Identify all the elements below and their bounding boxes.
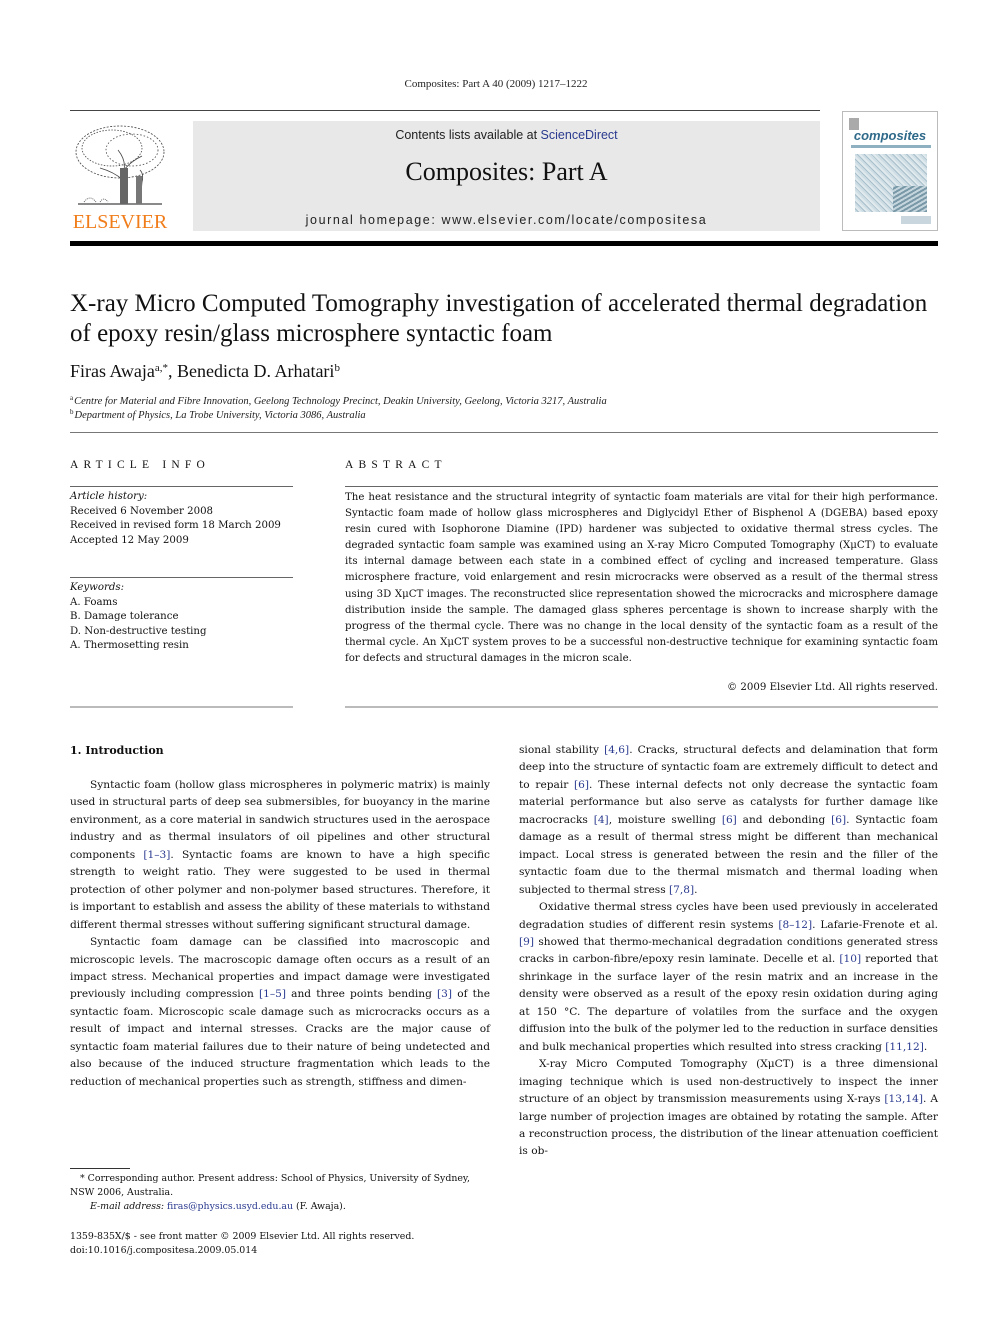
body-paragraph: Syntactic foam (hollow glass microsphere… (70, 777, 490, 934)
doi-link[interactable]: doi:10.1016/j.compositesa.2009.05.014 (70, 1244, 490, 1258)
article-title: X-ray Micro Computed Tomography investig… (70, 290, 928, 347)
citation-link[interactable]: [1–3] (143, 849, 170, 861)
email-footnote: E-mail address: firas@physics.usyd.edu.a… (90, 1200, 490, 1214)
citation-link[interactable]: [6] (574, 779, 589, 791)
paragraph-text: of the syntactic foam. Microscopic scale… (70, 988, 490, 1088)
citation-link[interactable]: [8–12] (778, 919, 812, 931)
keyword-item[interactable]: A. Foams (70, 596, 293, 611)
email-suffix: (F. Awaja). (293, 1201, 346, 1212)
footnote-rule (70, 1168, 130, 1169)
paragraph-text: and three points bending (286, 988, 438, 1001)
paragraph-text: . Syntactic foam damage as a result of t… (519, 813, 938, 896)
paragraph-text: and debonding (736, 813, 832, 826)
citation-link[interactable]: [4] (594, 814, 609, 826)
affiliation: bDepartment of Physics, La Trobe Univers… (70, 408, 366, 421)
article-info-heading: ARTICLE INFO (70, 459, 210, 471)
article-history-label: Article history: (70, 491, 148, 502)
sciencedirect-badge-icon (901, 216, 931, 224)
email-link[interactable]: firas@physics.usyd.edu.au (167, 1201, 293, 1212)
citation-link[interactable]: [6] (831, 814, 846, 826)
body-paragraph: X-ray Micro Computed Tomography (XμCT) i… (519, 1056, 938, 1161)
abstract-copyright: © 2009 Elsevier Ltd. All rights reserved… (726, 682, 938, 693)
paragraph-text: X-ray Micro Computed Tomography (XμCT) i… (519, 1058, 938, 1106)
paragraph-text: reported that shrinkage in the surface l… (519, 953, 938, 1053)
keywords-rule (70, 577, 293, 578)
author-name[interactable]: Firas Awaja (70, 361, 155, 381)
paragraph-text: , moisture swelling (608, 813, 722, 826)
abstract-text: The heat resistance and the structural i… (345, 492, 938, 664)
elsevier-logo[interactable]: ELSEVIER (70, 120, 170, 232)
citation-link[interactable]: [13,14] (884, 1093, 923, 1105)
elsevier-tree-icon (75, 125, 165, 205)
citation-link[interactable]: [10] (839, 953, 861, 965)
journal-title: Composites: Part A (405, 157, 608, 186)
cover-title: composites (853, 128, 927, 143)
citation-link[interactable]: [9] (519, 936, 534, 948)
affiliation-mark: a (70, 394, 74, 402)
affiliation-text: Centre for Material and Fibre Innovation… (74, 396, 607, 407)
article-history: Article history: Received 6 November 200… (70, 490, 293, 548)
citation-link[interactable]: [6] (722, 814, 737, 826)
paragraph-text: . (923, 1040, 928, 1053)
citation-link[interactable]: [4,6] (604, 744, 629, 756)
abstract-bottom-rule (345, 706, 938, 708)
citation-link[interactable]: [11,12] (885, 1041, 924, 1053)
keywords: Keywords: A. Foams B. Damage tolerance D… (70, 581, 293, 654)
author-separator: , (167, 361, 177, 381)
paragraph-text: . Lafarie-Frenote et al. (812, 918, 938, 931)
body-right-column: sional stability [4,6]. Cracks, structur… (519, 742, 938, 1161)
elsevier-wordmark: ELSEVIER (72, 211, 168, 233)
author-name[interactable]: Benedicta D. Arhatari (177, 361, 334, 381)
corresponding-author-footnote: * Corresponding author. Present address:… (70, 1173, 470, 1198)
sciencedirect-link[interactable]: ScienceDirect (541, 128, 618, 142)
citation-link[interactable]: [1–5] (259, 988, 286, 1000)
citation-link[interactable]: [3] (437, 988, 452, 1000)
author-affiliation-mark[interactable]: b (334, 362, 340, 374)
contents-prefix: Contents lists available at (395, 128, 541, 142)
body-paragraph: Oxidative thermal stress cycles have bee… (519, 899, 938, 1056)
header-rule (70, 110, 820, 111)
history-item: Received 6 November 2008 (70, 505, 214, 517)
author-affiliation-mark[interactable]: a,* (155, 362, 168, 374)
header-thick-rule (70, 241, 938, 246)
journal-cover-thumbnail[interactable]: composites (842, 111, 938, 231)
body-left-column: Syntactic foam (hollow glass microsphere… (70, 777, 490, 1091)
history-item: Accepted 12 May 2009 (70, 534, 189, 546)
affiliation-mark: b (70, 408, 74, 416)
abstract-rule (345, 486, 938, 487)
cover-micrograph-image (855, 154, 927, 212)
keyword-item[interactable]: D. Non-destructive testing (70, 625, 293, 640)
body-paragraph: Syntactic foam damage can be classified … (70, 934, 490, 1091)
journal-homepage-link[interactable]: journal homepage: www.elsevier.com/locat… (193, 213, 820, 227)
keyword-item[interactable]: A. Thermosetting resin (70, 639, 293, 654)
article-info-rule (70, 486, 293, 487)
section-rule (70, 432, 938, 433)
journal-banner: Contents lists available at ScienceDirec… (193, 121, 820, 231)
paragraph-text: . Syntactic foams are known to have a hi… (70, 848, 490, 931)
email-label: E-mail address: (90, 1201, 168, 1212)
contents-line: Contents lists available at ScienceDirec… (193, 128, 820, 142)
author-list: Firas Awajaa,*, Benedicta D. Arhatarib (70, 361, 340, 382)
keywords-label: Keywords: (70, 582, 125, 593)
citation-link[interactable]: [7,8] (669, 884, 694, 896)
history-item: Received in revised form 18 March 2009 (70, 520, 281, 531)
paragraph-text: sional stability (519, 744, 605, 756)
affiliation: aCentre for Material and Fibre Innovatio… (70, 394, 607, 407)
keyword-item[interactable]: B. Damage tolerance (70, 610, 293, 625)
abstract-heading: ABSTRACT (345, 459, 447, 471)
issn-line: 1359-835X/$ - see front matter © 2009 El… (70, 1231, 415, 1242)
section-heading: 1. Introduction (70, 744, 164, 757)
paragraph-text: . (694, 883, 698, 896)
affiliation-text: Department of Physics, La Trobe Universi… (74, 410, 366, 421)
body-paragraph: sional stability [4,6]. Cracks, structur… (519, 742, 938, 899)
running-head: Composites: Part A 40 (2009) 1217–1222 (404, 78, 588, 90)
cover-subtitle-bar (851, 145, 931, 148)
article-info-bottom-rule (70, 706, 293, 708)
